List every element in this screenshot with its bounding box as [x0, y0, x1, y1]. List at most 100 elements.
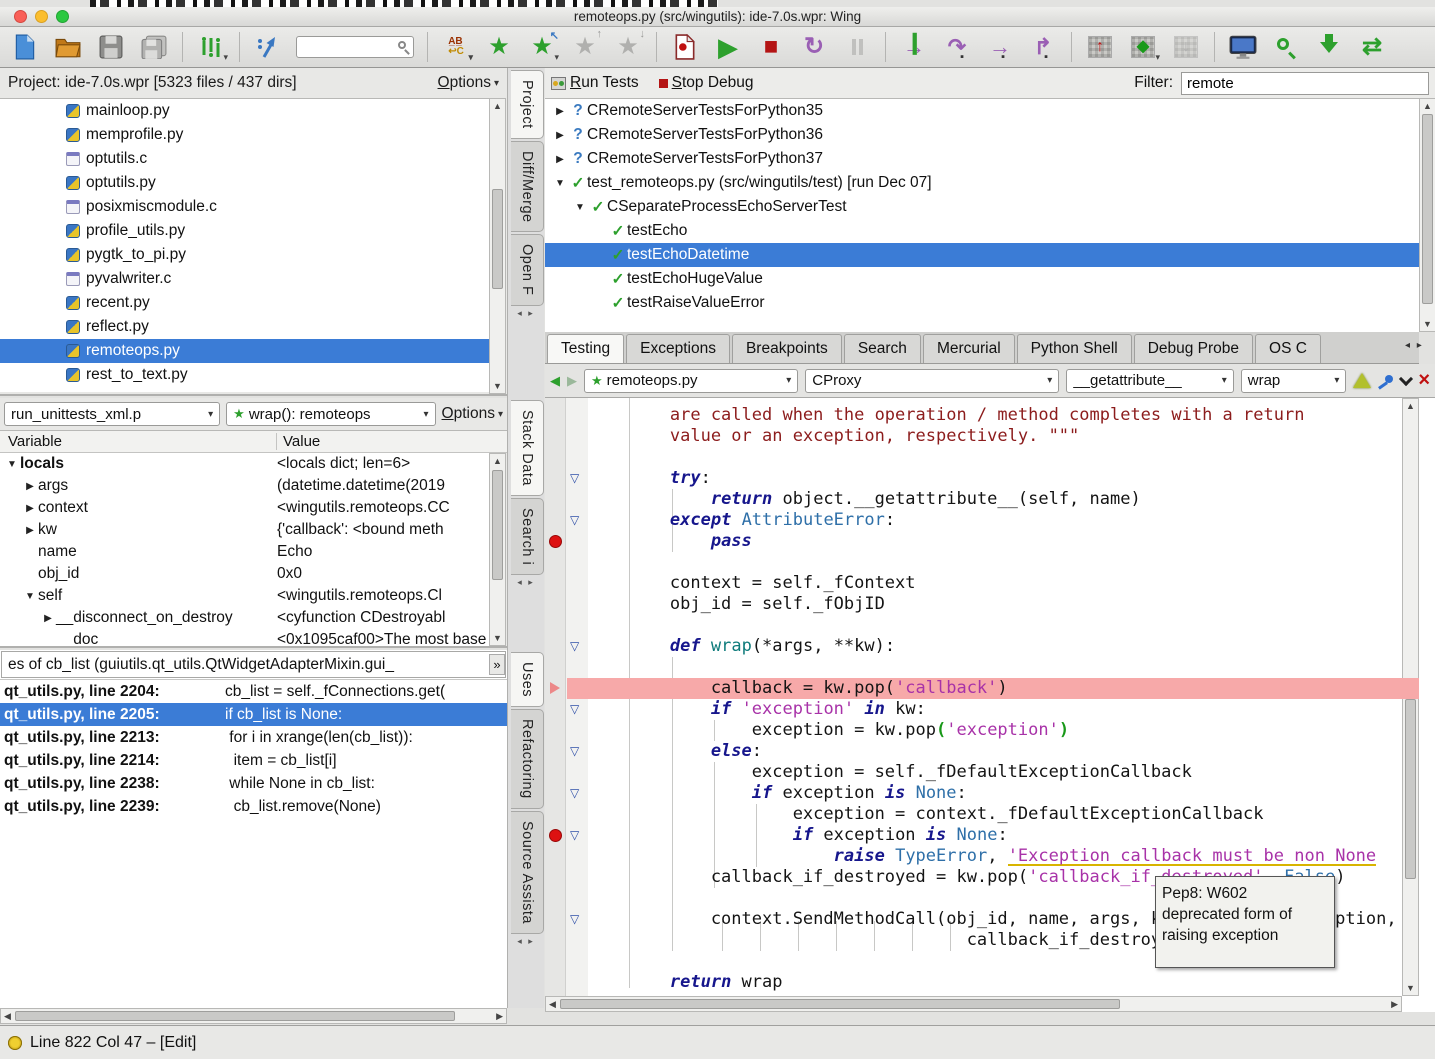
- expander-icon[interactable]: ▼: [571, 202, 589, 213]
- code-line[interactable]: return object.__getattribute__(self, nam…: [588, 489, 1419, 510]
- code-line[interactable]: [588, 657, 1419, 678]
- refresh-icon[interactable]: ⇄: [1357, 31, 1387, 63]
- test-tree-row-testecho[interactable]: ✓testEcho: [545, 219, 1419, 243]
- code-line[interactable]: [588, 447, 1419, 468]
- frame-selector[interactable]: run_unittests_xml.p▾: [4, 402, 220, 426]
- side-tab-project[interactable]: Project: [511, 70, 544, 139]
- editor-horizontal-scrollbar[interactable]: ◀▶: [545, 996, 1402, 1012]
- fold-marker[interactable]: ▽: [570, 639, 579, 653]
- project-file-recent-py[interactable]: recent.py: [0, 291, 489, 315]
- code-line[interactable]: context = self._fContext: [588, 573, 1419, 594]
- code-line[interactable]: callback = kw.pop('callback'): [588, 678, 1419, 699]
- stack-options-button[interactable]: Options: [442, 405, 495, 423]
- expander-icon[interactable]: ▶: [551, 130, 569, 141]
- next-bookmark-icon[interactable]: ★↓: [613, 31, 643, 63]
- expander-icon[interactable]: ▶: [22, 481, 38, 492]
- test-tree-row-cseparateprocessechoservertest[interactable]: ▼✓CSeparateProcessEchoServerTest: [545, 195, 1419, 219]
- variable-row-obj-id[interactable]: obj_id0x0: [0, 563, 489, 585]
- new-file-icon[interactable]: [10, 31, 40, 63]
- bug-icon[interactable]: [8, 1036, 22, 1050]
- project-options-button[interactable]: Options: [438, 74, 491, 92]
- project-file-rest-to-text-py[interactable]: rest_to_text.py: [0, 363, 489, 387]
- tab-testing[interactable]: Testing: [547, 334, 624, 363]
- fold-marker[interactable]: ▽: [570, 513, 579, 527]
- project-file-optutils-c[interactable]: optutils.c: [0, 147, 489, 171]
- left-horizontal-scrollbar[interactable]: ◀▶: [0, 1008, 507, 1024]
- tab-debug-probe[interactable]: Debug Probe: [1134, 334, 1253, 363]
- fold-marker[interactable]: ▽: [570, 744, 579, 758]
- tab-overflow-arrows[interactable]: ◂ ▸: [508, 308, 544, 319]
- expander-icon[interactable]: ▼: [22, 591, 38, 602]
- code-line[interactable]: else:: [588, 741, 1419, 762]
- tab-overflow-arrows[interactable]: ◂ ▸: [508, 936, 544, 947]
- code-line[interactable]: are called when the operation / method c…: [588, 405, 1419, 426]
- disabled-breakpoint-icon[interactable]: ↓: [1171, 31, 1201, 63]
- code-line[interactable]: try:: [588, 468, 1419, 489]
- tab-mercurial[interactable]: Mercurial: [923, 334, 1015, 363]
- test-tree-row-testraisevalueerror[interactable]: ✓testRaiseValueError: [545, 291, 1419, 315]
- goto-bookmark-icon[interactable]: ★↖▾: [527, 31, 557, 63]
- expander-icon[interactable]: ▶: [22, 503, 38, 514]
- restart-debug-icon[interactable]: ↻: [799, 31, 829, 63]
- expander-icon[interactable]: ▶: [40, 613, 56, 624]
- fold-marker[interactable]: ▽: [570, 912, 579, 926]
- pause-icon[interactable]: [842, 31, 872, 63]
- previous-bookmark-icon[interactable]: ★↑: [570, 31, 600, 63]
- expander-icon[interactable]: ▶: [22, 525, 38, 536]
- fold-marker[interactable]: ▽: [570, 786, 579, 800]
- side-tab-open-f[interactable]: Open F: [511, 234, 544, 305]
- project-file-optutils-py[interactable]: optutils.py: [0, 171, 489, 195]
- code-line[interactable]: exception = self._fDefaultExceptionCallb…: [588, 762, 1419, 783]
- add-bookmark-icon[interactable]: ★: [484, 31, 514, 63]
- code-line[interactable]: exception = kw.pop('exception'): [588, 720, 1419, 741]
- close-editor-icon[interactable]: ×: [1418, 369, 1430, 392]
- method-selector[interactable]: __getattribute__▾: [1066, 369, 1233, 393]
- project-file-remoteops-py[interactable]: remoteops.py: [0, 339, 489, 363]
- code-line[interactable]: obj_id = self._fObjID: [588, 594, 1419, 615]
- fold-marker[interactable]: ▽: [570, 471, 579, 485]
- profiler-icon[interactable]: ▾: [196, 31, 226, 63]
- code-line[interactable]: return wrap: [588, 972, 1419, 993]
- test-tree-row-testechohugevalue[interactable]: ✓testEchoHugeValue: [545, 267, 1419, 291]
- expander-icon[interactable]: ▼: [4, 459, 20, 470]
- column-value[interactable]: Value: [277, 433, 320, 450]
- goto-selection-icon[interactable]: [253, 31, 283, 63]
- expander-icon[interactable]: ▶: [551, 106, 569, 117]
- variable-row-kw[interactable]: ▶kw{'callback': <bound meth: [0, 519, 489, 541]
- fold-marker[interactable]: ▽: [570, 702, 579, 716]
- project-file-mainloop-py[interactable]: mainloop.py: [0, 99, 489, 123]
- replace-icon[interactable]: A̲B̲↩C▾: [441, 31, 471, 63]
- project-file-posixmiscmodule-c[interactable]: posixmiscmodule.c: [0, 195, 489, 219]
- variable-row-locals[interactable]: ▼locals<locals dict; len=6>: [0, 453, 489, 475]
- run-icon[interactable]: ▶: [713, 31, 743, 63]
- project-scrollbar[interactable]: ▲▼: [489, 98, 506, 394]
- tab-search[interactable]: Search: [844, 334, 921, 363]
- project-file-pyvalwriter-c[interactable]: pyvalwriter.c: [0, 267, 489, 291]
- debug-search-icon[interactable]: [1271, 31, 1301, 63]
- uses-row[interactable]: qt_utils.py, line 2214: item = cb_list[i…: [0, 749, 507, 772]
- tab-os-c[interactable]: OS C: [1255, 334, 1321, 363]
- test-tree-scrollbar[interactable]: ▲▼: [1419, 98, 1435, 332]
- run-to-cursor-icon[interactable]: ↑: [1085, 31, 1115, 63]
- step-into-icon[interactable]: →▎: [899, 31, 929, 63]
- column-variable[interactable]: Variable: [0, 433, 277, 450]
- project-file-profile-utils-py[interactable]: profile_utils.py: [0, 219, 489, 243]
- new-breakpoint-icon[interactable]: ◆▾: [1128, 31, 1158, 63]
- tab-python-shell[interactable]: Python Shell: [1017, 334, 1132, 363]
- variable-row-disconnect-on-destroy[interactable]: ▶__disconnect_on_destroy<cyfunction CDes…: [0, 607, 489, 629]
- uses-row[interactable]: qt_utils.py, line 2239: cb_list.remove(N…: [0, 795, 507, 818]
- uses-header-field[interactable]: es of cb_list (guiutils.qt_utils.QtWidge…: [1, 651, 506, 678]
- run-tests-button[interactable]: Run Tests: [551, 74, 639, 92]
- uses-row[interactable]: qt_utils.py, line 2205:if cb_list is Non…: [0, 703, 507, 726]
- step-out-to-icon[interactable]: →▪: [985, 31, 1015, 63]
- breakpoint-icon[interactable]: [549, 829, 562, 842]
- pin-icon[interactable]: [1378, 373, 1394, 389]
- file-selector[interactable]: ★remoteops.py▾: [584, 369, 798, 393]
- warning-icon[interactable]: [1353, 373, 1371, 388]
- code-line[interactable]: def wrap(*args, **kw):: [588, 636, 1419, 657]
- uses-row[interactable]: qt_utils.py, line 2238: while None in cb…: [0, 772, 507, 795]
- side-tab-source-assista[interactable]: Source Assista: [511, 811, 544, 934]
- variable-row-doc[interactable]: __doc__<0x1095caf00>The most base type: [0, 629, 489, 646]
- chevron-down-icon[interactable]: [1399, 371, 1413, 385]
- step-out-icon[interactable]: ↱▪: [1028, 31, 1058, 63]
